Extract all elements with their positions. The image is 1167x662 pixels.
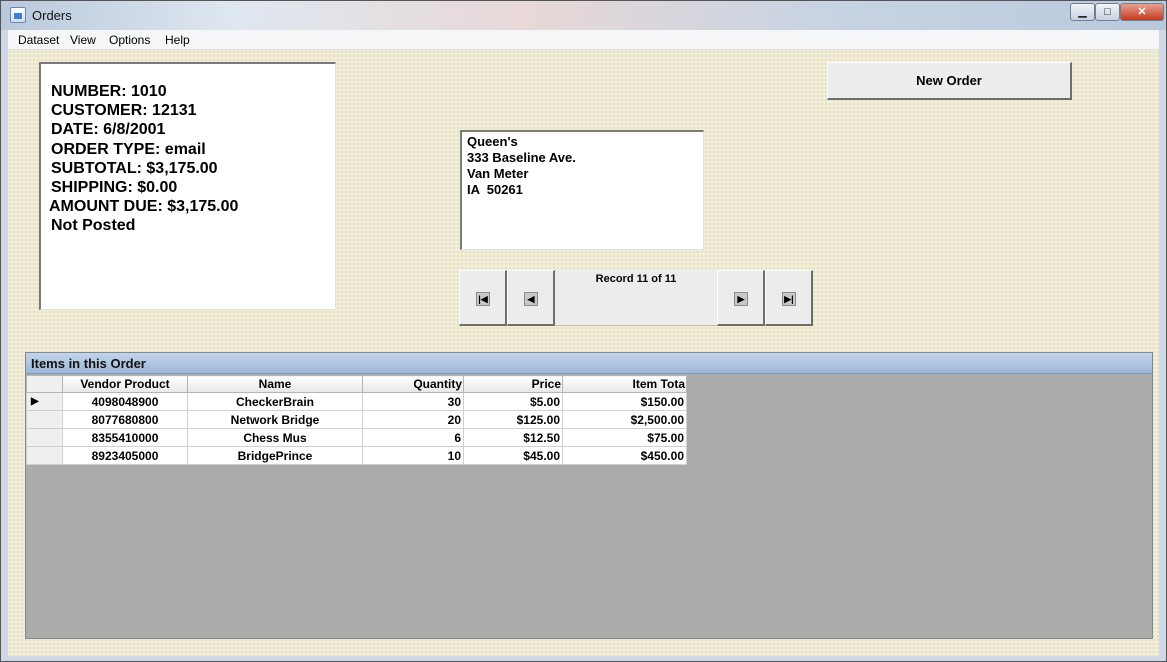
- column-header-name[interactable]: Name: [187, 375, 363, 393]
- column-header-price[interactable]: Price: [463, 375, 563, 393]
- last-record-button[interactable]: ▶|: [765, 270, 813, 326]
- order-posted-status: Not Posted: [51, 217, 136, 235]
- grid-caption: Items in this Order: [26, 353, 1152, 374]
- first-record-icon: |◀: [476, 292, 490, 306]
- current-row-indicator-icon[interactable]: ▶: [26, 392, 63, 411]
- order-number: NUMBER: 1010: [51, 83, 167, 100]
- cell-price[interactable]: $12.50: [463, 428, 563, 447]
- form-area: NUMBER: 1010 CUSTOMER: 12131 DATE: 6/8/2…: [8, 50, 1159, 656]
- orders-window: Orders ▁ □ ✕ Dataset View Options Help N…: [0, 0, 1167, 662]
- address-name: Queen's: [467, 134, 518, 149]
- cell-quantity[interactable]: 10: [362, 446, 464, 465]
- maximize-button[interactable]: □: [1095, 3, 1120, 21]
- cell-name[interactable]: Chess Mus: [187, 428, 363, 447]
- last-record-icon: ▶|: [782, 292, 796, 306]
- items-table: Vendor Product Name Quantity Price Item …: [26, 375, 687, 465]
- menu-help[interactable]: Help: [165, 33, 190, 47]
- cell-price[interactable]: $125.00: [463, 410, 563, 429]
- close-button[interactable]: ✕: [1120, 3, 1164, 21]
- row-selector[interactable]: [26, 428, 63, 447]
- cell-name[interactable]: CheckerBrain: [187, 392, 363, 411]
- cell-name[interactable]: Network Bridge: [187, 410, 363, 429]
- order-info-panel: NUMBER: 1010 CUSTOMER: 12131 DATE: 6/8/2…: [39, 62, 336, 310]
- table-row[interactable]: 8355410000 Chess Mus 6 $12.50 $75.00: [26, 428, 687, 447]
- cell-item-total[interactable]: $150.00: [562, 392, 687, 411]
- order-subtotal: SUBTOTAL: $3,175.00: [51, 159, 218, 177]
- cell-quantity[interactable]: 6: [362, 428, 464, 447]
- cell-item-total[interactable]: $75.00: [562, 428, 687, 447]
- order-shipping: SHIPPING: $0.00: [51, 179, 178, 197]
- row-selector[interactable]: [26, 410, 63, 429]
- cell-item-total[interactable]: $2,500.00: [562, 410, 687, 429]
- table-row[interactable]: ▶ 4098048900 CheckerBrain 30 $5.00 $150.…: [26, 392, 687, 411]
- record-navigator: |◀ ◀ Record 11 of 11 ▶ ▶|: [459, 270, 813, 326]
- menu-bar: Dataset View Options Help: [8, 30, 1159, 50]
- new-order-button[interactable]: New Order: [827, 62, 1072, 100]
- column-header-item-total[interactable]: Item Tota: [562, 375, 687, 393]
- table-row[interactable]: 8077680800 Network Bridge 20 $125.00 $2,…: [26, 410, 687, 429]
- table-row[interactable]: 8923405000 BridgePrince 10 $45.00 $450.0…: [26, 446, 687, 465]
- customer-address: Queen's 333 Baseline Ave. Van Meter IA 5…: [460, 130, 704, 250]
- order-customer: CUSTOMER: 12131: [51, 102, 197, 120]
- cell-name[interactable]: BridgePrince: [187, 446, 363, 465]
- menu-options[interactable]: Options: [109, 33, 150, 47]
- row-selector[interactable]: [26, 446, 63, 465]
- cell-quantity[interactable]: 30: [362, 392, 464, 411]
- order-date: DATE: 6/8/2001: [51, 121, 166, 139]
- prev-record-icon: ◀: [524, 292, 538, 306]
- cell-vendor-product[interactable]: 8355410000: [62, 428, 188, 447]
- record-counter: Record 11 of 11: [555, 270, 717, 326]
- cell-vendor-product[interactable]: 8077680800: [62, 410, 188, 429]
- prev-record-button[interactable]: ◀: [507, 270, 555, 326]
- cell-price[interactable]: $5.00: [463, 392, 563, 411]
- order-amount-due: AMOUNT DUE: $3,175.00: [49, 198, 239, 216]
- address-street: 333 Baseline Ave.: [467, 150, 576, 165]
- next-record-icon: ▶: [734, 292, 748, 306]
- column-header-vendor-product[interactable]: Vendor Product: [62, 375, 188, 393]
- address-state-zip: IA 50261: [467, 182, 523, 197]
- minimize-button[interactable]: ▁: [1070, 3, 1095, 21]
- row-selector-header[interactable]: [26, 375, 63, 393]
- menu-view[interactable]: View: [70, 33, 96, 47]
- menu-dataset[interactable]: Dataset: [18, 33, 59, 47]
- cell-vendor-product[interactable]: 4098048900: [62, 392, 188, 411]
- cell-item-total[interactable]: $450.00: [562, 446, 687, 465]
- next-record-button[interactable]: ▶: [717, 270, 765, 326]
- cell-price[interactable]: $45.00: [463, 446, 563, 465]
- title-bar[interactable]: Orders ▁ □ ✕: [1, 1, 1166, 30]
- cell-vendor-product[interactable]: 8923405000: [62, 446, 188, 465]
- column-header-quantity[interactable]: Quantity: [362, 375, 464, 393]
- window-title: Orders: [32, 8, 72, 23]
- table-header-row: Vendor Product Name Quantity Price Item …: [26, 375, 687, 393]
- first-record-button[interactable]: |◀: [459, 270, 507, 326]
- app-icon: [10, 7, 26, 23]
- order-items-grid: Items in this Order Vendor Product Name …: [25, 352, 1153, 639]
- address-city: Van Meter: [467, 166, 529, 181]
- order-type: ORDER TYPE: email: [51, 140, 206, 158]
- cell-quantity[interactable]: 20: [362, 410, 464, 429]
